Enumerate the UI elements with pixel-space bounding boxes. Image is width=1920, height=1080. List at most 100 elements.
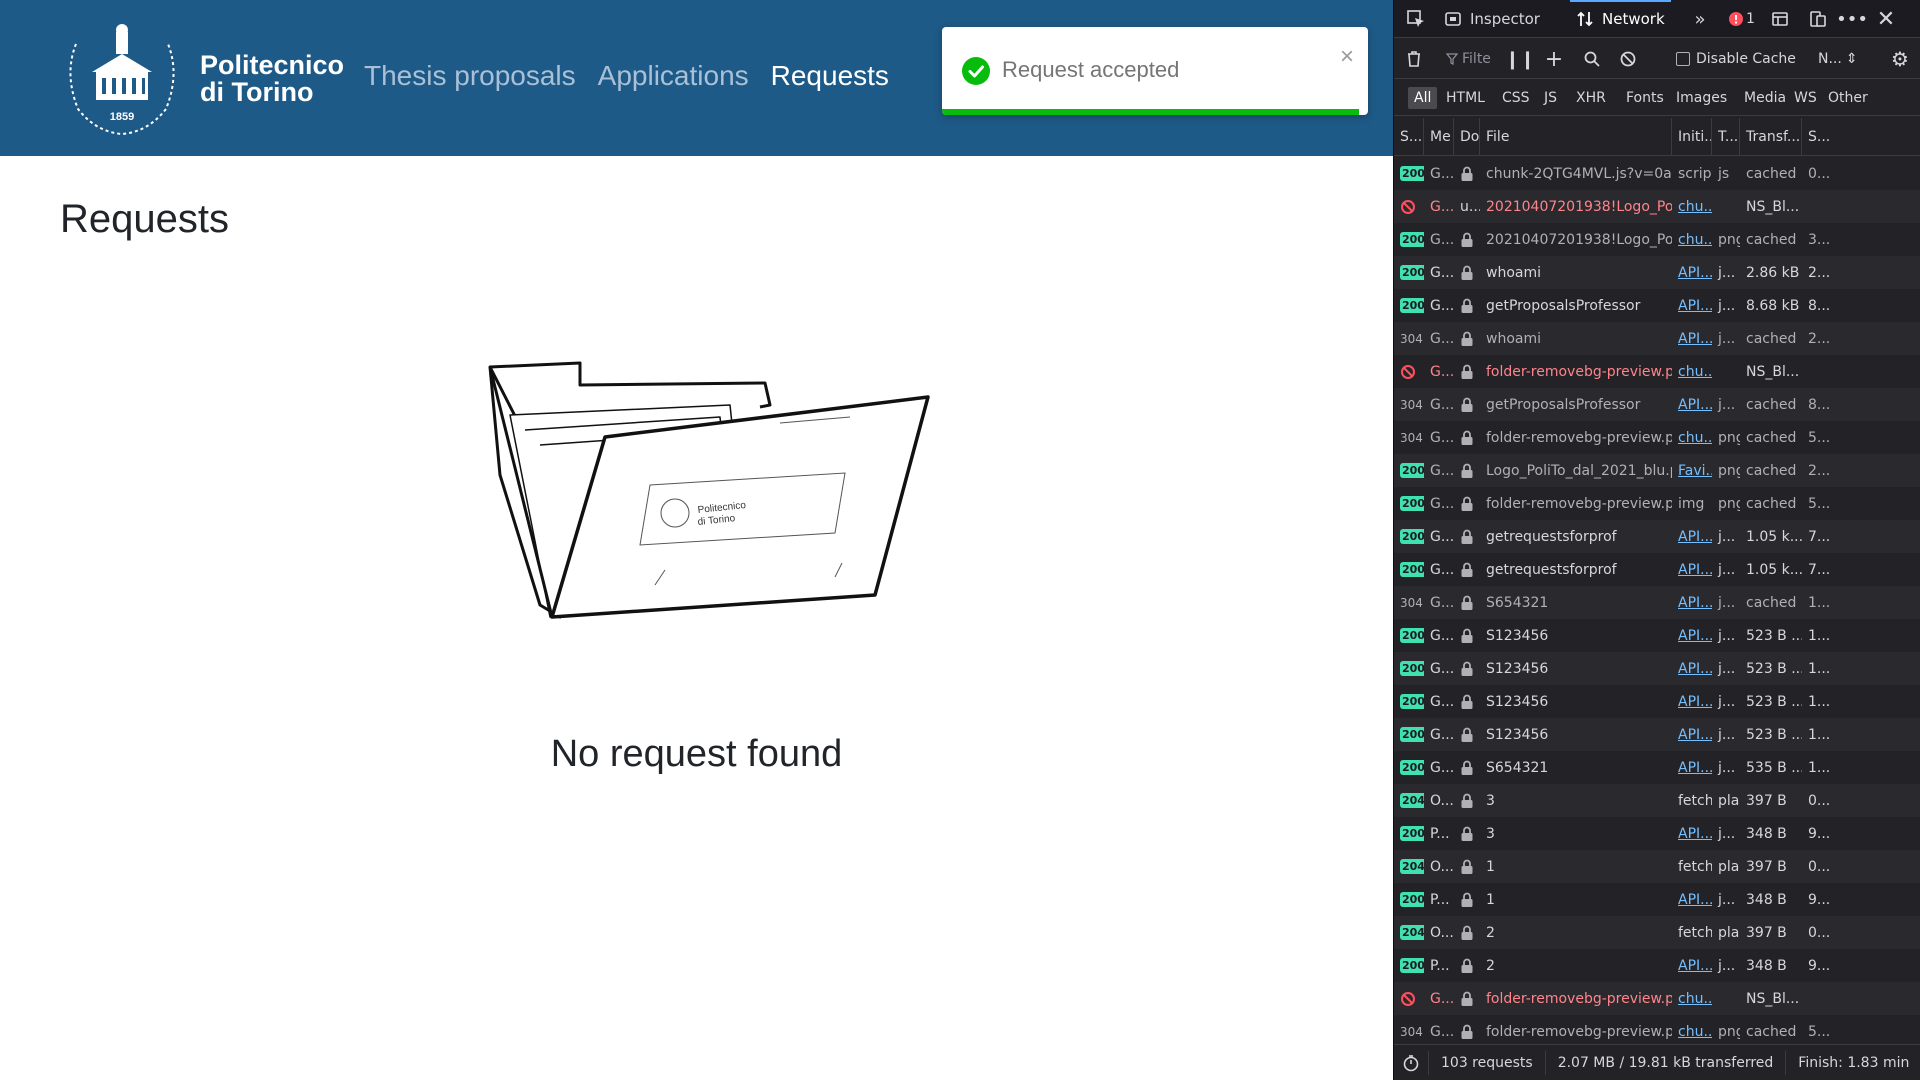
initiator-cell[interactable]: API... xyxy=(1672,586,1712,619)
initiator-link[interactable]: API... xyxy=(1678,628,1712,644)
request-row[interactable]: 200 P... 1 API... j... 348 B 9... xyxy=(1394,883,1920,916)
filter-css[interactable]: CSS xyxy=(1496,87,1536,109)
close-devtools-icon[interactable]: ✕ xyxy=(1872,0,1900,38)
initiator-cell[interactable]: API... xyxy=(1672,553,1712,586)
throttling-select[interactable]: N... ⇕ xyxy=(1818,47,1858,71)
initiator-cell[interactable]: API... xyxy=(1672,652,1712,685)
initiator-link[interactable]: API... xyxy=(1678,661,1712,677)
initiator-link[interactable]: API... xyxy=(1678,595,1712,611)
university-logo[interactable]: 1859 xyxy=(56,14,188,140)
responsive-design-icon[interactable] xyxy=(1804,0,1832,38)
initiator-cell[interactable]: Favi... xyxy=(1672,454,1712,487)
filter-fonts[interactable]: Fonts xyxy=(1620,87,1670,109)
request-row[interactable]: 200 G... folder-removebg-preview.png imgpng… xyxy=(1394,487,1920,520)
initiator-link[interactable]: API... xyxy=(1678,265,1712,281)
filter-all[interactable]: All xyxy=(1408,87,1438,109)
initiator-link[interactable]: API... xyxy=(1678,331,1712,347)
request-row[interactable]: 304 G... folder-removebg-preview.png chu...… xyxy=(1394,421,1920,454)
request-row[interactable]: G... u... 20210407201938!Logo_PoliTo_dal_ c… xyxy=(1394,190,1920,223)
initiator-cell[interactable]: API... xyxy=(1672,817,1712,850)
initiator-cell[interactable]: API... xyxy=(1672,520,1712,553)
request-row[interactable]: 304 G... getProposalsProfessor API... j... ca… xyxy=(1394,388,1920,421)
filter-images[interactable]: Images xyxy=(1670,87,1733,109)
split-console-icon[interactable] xyxy=(1766,0,1794,38)
initiator-cell[interactable]: API... xyxy=(1672,751,1712,784)
initiator-link[interactable]: API... xyxy=(1678,397,1712,413)
initiator-link[interactable]: chu... xyxy=(1678,232,1712,248)
initiator-cell[interactable]: API... xyxy=(1672,949,1712,982)
initiator-cell[interactable]: API... xyxy=(1672,718,1712,751)
request-row[interactable]: 200 G... S123456 API... j... 523 B ... 1... xyxy=(1394,652,1920,685)
request-row[interactable]: 200 P... 3 API... j... 348 B 9... xyxy=(1394,817,1920,850)
tab-inspector[interactable]: Inspector xyxy=(1444,0,1540,38)
column-header-method[interactable]: Me xyxy=(1424,118,1454,156)
filter-html[interactable]: HTML xyxy=(1440,87,1491,109)
initiator-link[interactable]: API... xyxy=(1678,892,1712,908)
request-row[interactable]: 200 G... whoami API... j... 2.86 kB 2... xyxy=(1394,256,1920,289)
column-header-type[interactable]: T... xyxy=(1712,118,1740,156)
initiator-link[interactable]: API... xyxy=(1678,727,1712,743)
request-row[interactable]: 200 G... Logo_PoliTo_dal_2021_blu.png Favi.… xyxy=(1394,454,1920,487)
column-header-size[interactable]: S... xyxy=(1802,118,1920,156)
request-row[interactable]: 200 G... getrequestsforprof API... j... 1.05 … xyxy=(1394,520,1920,553)
column-header-transferred[interactable]: Transf... xyxy=(1740,118,1802,156)
request-row[interactable]: 200 G... S123456 API... j... 523 B ... 1... xyxy=(1394,718,1920,751)
initiator-link[interactable]: API... xyxy=(1678,529,1712,545)
initiator-link[interactable]: chu... xyxy=(1678,199,1712,215)
column-header-file[interactable]: File xyxy=(1480,118,1672,156)
initiator-cell[interactable]: chu... xyxy=(1672,1015,1712,1043)
trash-icon[interactable] xyxy=(1400,45,1428,73)
request-row[interactable]: 304 G... folder-removebg-preview.png chu...… xyxy=(1394,1015,1920,1043)
block-requests-icon[interactable] xyxy=(1614,45,1642,73)
initiator-cell[interactable]: chu... xyxy=(1672,190,1712,223)
initiator-link[interactable]: chu... xyxy=(1678,430,1712,446)
nav-applications[interactable]: Applications xyxy=(598,60,749,92)
initiator-cell[interactable]: API... xyxy=(1672,388,1712,421)
request-row[interactable]: 200 P... 2 API... j... 348 B 9... xyxy=(1394,949,1920,982)
initiator-cell[interactable]: API... xyxy=(1672,256,1712,289)
request-row[interactable]: 200 G... chunk-2QTG4MVL.js?v=0a574826 scrip… xyxy=(1394,157,1920,190)
initiator-link[interactable]: API... xyxy=(1678,958,1712,974)
initiator-cell[interactable]: API... xyxy=(1672,619,1712,652)
initiator-cell[interactable]: API... xyxy=(1672,685,1712,718)
initiator-link[interactable]: API... xyxy=(1678,562,1712,578)
request-row[interactable]: 200 G... getProposalsProfessor API... j... 8.… xyxy=(1394,289,1920,322)
request-row[interactable]: 200 G... 20210407201938!Logo_PoliTo_dal_ ch… xyxy=(1394,223,1920,256)
initiator-cell[interactable]: API... xyxy=(1672,322,1712,355)
request-row[interactable]: 204 O... 1 fetch plai 397 B 0... xyxy=(1394,850,1920,883)
initiator-cell[interactable]: chu... xyxy=(1672,223,1712,256)
error-counter[interactable]: 1 xyxy=(1722,0,1762,38)
stopwatch-icon[interactable] xyxy=(1394,1050,1429,1075)
initiator-link[interactable]: API... xyxy=(1678,694,1712,710)
column-header-status[interactable]: S... xyxy=(1394,118,1424,156)
initiator-cell[interactable]: chu... xyxy=(1672,421,1712,454)
request-row[interactable]: 200 G... S123456 API... j... 523 B ... 1... xyxy=(1394,685,1920,718)
request-row[interactable]: 204 O... 3 fetch plai 397 B 0... xyxy=(1394,784,1920,817)
initiator-cell[interactable]: API... xyxy=(1672,289,1712,322)
initiator-link[interactable]: chu... xyxy=(1678,991,1712,1007)
element-picker-icon[interactable] xyxy=(1402,0,1430,38)
request-row[interactable]: 304 G... S654321 API... j... cached 1... xyxy=(1394,586,1920,619)
initiator-cell[interactable]: chu... xyxy=(1672,355,1712,388)
request-row[interactable]: 200 G... getrequestsforprof API... j... 1.05 … xyxy=(1394,553,1920,586)
filter-xhr[interactable]: XHR xyxy=(1570,87,1612,109)
request-row[interactable]: 304 G... whoami API... j... cached 2... xyxy=(1394,322,1920,355)
filter-media[interactable]: Media xyxy=(1738,87,1792,109)
initiator-link[interactable]: Favi... xyxy=(1678,463,1712,479)
more-tabs-chevron-icon[interactable]: » xyxy=(1686,0,1714,38)
request-row[interactable]: 200 G... S654321 API... j... 535 B ... 1... xyxy=(1394,751,1920,784)
request-row[interactable]: 200 G... S123456 API... j... 523 B ... 1... xyxy=(1394,619,1920,652)
search-icon[interactable] xyxy=(1578,45,1606,73)
filter-js[interactable]: JS xyxy=(1538,87,1563,109)
toast-close-button[interactable]: × xyxy=(1340,43,1354,71)
initiator-link[interactable]: API... xyxy=(1678,760,1712,776)
add-request-icon[interactable]: + xyxy=(1540,45,1568,73)
request-row[interactable]: 204 O... 2 fetch plai 397 B 0... xyxy=(1394,916,1920,949)
initiator-cell[interactable]: API... xyxy=(1672,883,1712,916)
filter-ws[interactable]: WS xyxy=(1788,87,1823,109)
column-header-domain[interactable]: Do xyxy=(1454,118,1480,156)
request-row[interactable]: G... folder-removebg-preview.png chu... NS_… xyxy=(1394,355,1920,388)
request-row[interactable]: G... folder-removebg-preview.png chu... NS_… xyxy=(1394,982,1920,1015)
initiator-link[interactable]: chu... xyxy=(1678,364,1712,380)
nav-requests[interactable]: Requests xyxy=(771,60,889,92)
